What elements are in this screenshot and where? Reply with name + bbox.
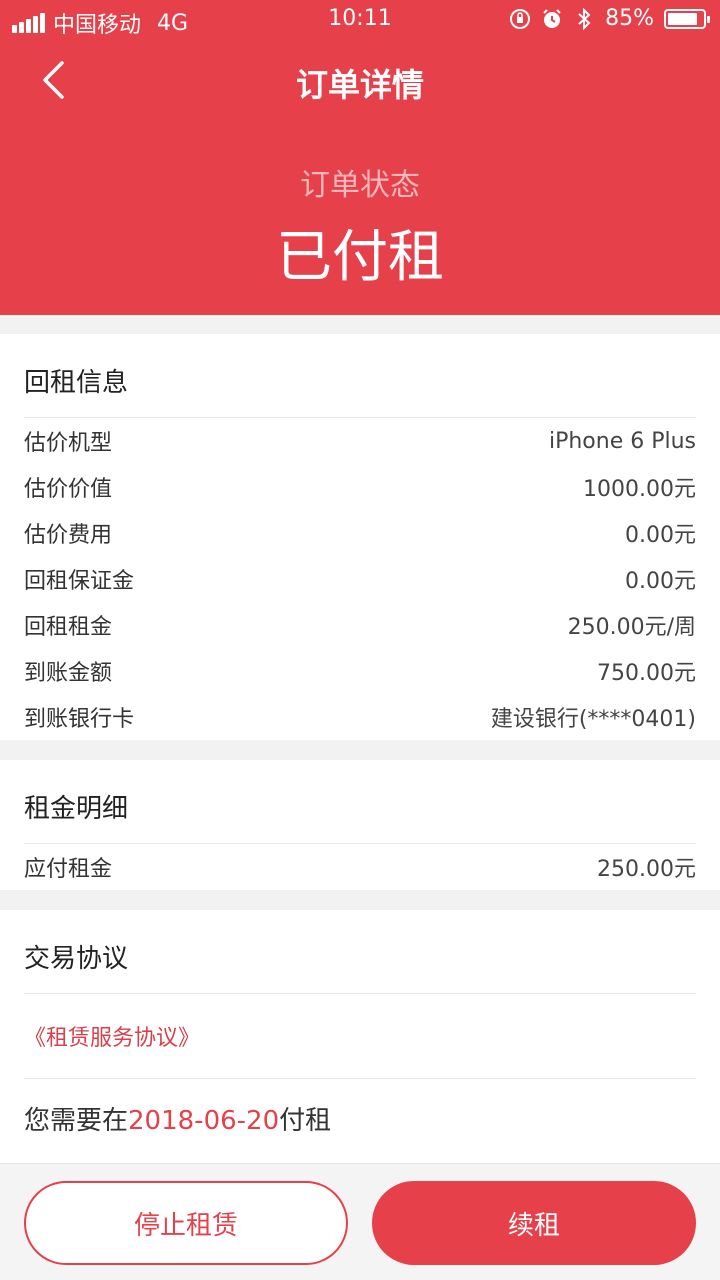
status-bar: 中国移动 4G 10:11 85% <box>0 0 720 40</box>
divider <box>24 1078 696 1079</box>
row-label: 回租保证金 <box>24 569 135 594</box>
battery-icon <box>664 8 710 29</box>
row-label: 回租租金 <box>24 615 113 640</box>
page-title: 订单详情 <box>295 66 424 104</box>
detail-row-payable: 应付租金 250.00元 <box>24 844 696 890</box>
pay-prefix: 您需要在 <box>24 1106 129 1136</box>
info-row-received: 到账金额 750.00元 <box>24 648 696 694</box>
row-value: 0.00元 <box>625 523 696 548</box>
info-row-rent: 回租租金 250.00元/周 <box>24 602 696 648</box>
bluetooth-icon <box>573 7 595 30</box>
row-value: 0.00元 <box>625 569 696 594</box>
alarm-icon <box>541 8 563 30</box>
rental-info-card: 回租信息 估价机型 iPhone 6 Plus 估价价值 1000.00元 估价费用… <box>0 334 720 740</box>
renew-button[interactable]: 续租 <box>372 1181 696 1265</box>
navbar: 订单详情 <box>0 40 720 120</box>
row-value: iPhone 6 Plus <box>548 428 696 454</box>
info-row-value: 估价价值 1000.00元 <box>24 464 696 510</box>
info-row-model: 估价机型 iPhone 6 Plus <box>24 418 696 464</box>
pay-date: 2018-06-20 <box>128 1106 280 1136</box>
row-value: 1000.00元 <box>583 477 696 502</box>
row-label: 估价费用 <box>24 523 113 548</box>
row-value: 250.00元 <box>597 857 696 882</box>
battery-percent: 85% <box>605 6 654 31</box>
bottom-action-bar: 停止租赁 续租 <box>0 1163 720 1280</box>
row-label: 到账银行卡 <box>24 707 135 732</box>
rental-agreement-link[interactable]: 《租赁服务协议》 <box>24 1020 200 1052</box>
info-row-bank-card: 到账银行卡 建设银行(****0401) <box>24 694 696 740</box>
agreement-title: 交易协议 <box>24 944 129 974</box>
row-label: 到账金额 <box>24 661 113 686</box>
rent-detail-title: 租金明细 <box>24 794 129 824</box>
row-label: 估价价值 <box>24 477 113 502</box>
orientation-lock-icon <box>509 8 531 30</box>
rent-detail-card: 租金明细 应付租金 250.00元 <box>0 760 720 890</box>
row-label: 应付租金 <box>24 857 113 882</box>
rental-info-title: 回租信息 <box>24 368 129 398</box>
row-value: 建设银行(****0401) <box>490 707 696 732</box>
pay-deadline-text: 您需要在2018-06-20付租 <box>24 1100 331 1137</box>
info-row-fee: 估价费用 0.00元 <box>24 510 696 556</box>
order-status-value: 已付租 <box>276 225 444 290</box>
divider <box>24 993 696 994</box>
battery-level <box>668 12 697 25</box>
stop-lease-button[interactable]: 停止租赁 <box>24 1181 348 1265</box>
row-label: 估价机型 <box>24 431 113 456</box>
order-status-label: 订单状态 <box>300 168 420 203</box>
row-value: 250.00元/周 <box>567 615 696 640</box>
info-row-deposit: 回租保证金 0.00元 <box>24 556 696 602</box>
header: 中国移动 4G 10:11 85% 订单详情 订单状态 已付租 <box>0 0 720 315</box>
row-value: 750.00元 <box>597 661 696 686</box>
pay-suffix: 付租 <box>279 1106 332 1136</box>
